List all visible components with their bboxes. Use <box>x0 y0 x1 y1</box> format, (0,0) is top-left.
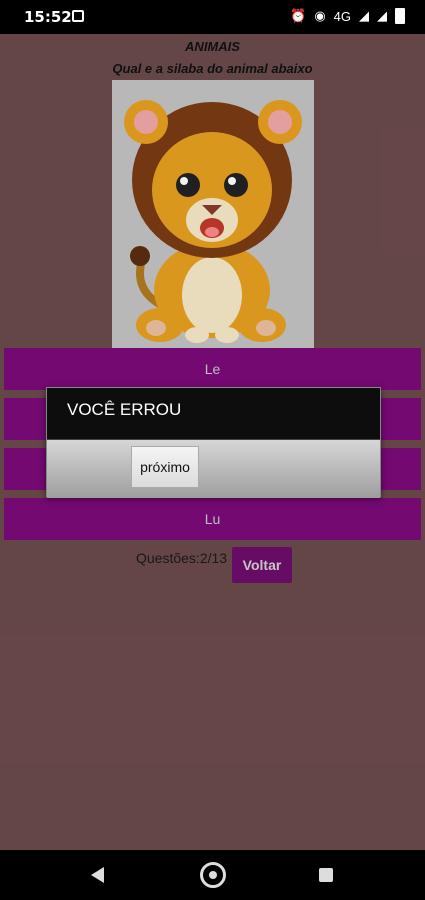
recents-nav-icon[interactable] <box>319 868 333 882</box>
signal-icon: ◢ <box>359 8 369 23</box>
signal2-icon: ◢ <box>377 8 387 23</box>
home-nav-icon[interactable] <box>200 862 226 888</box>
next-button[interactable]: próximo <box>131 446 199 488</box>
battery-icon <box>395 8 405 24</box>
dialog-body: próximo <box>47 440 380 498</box>
result-dialog: VOCÊ ERROU próximo <box>46 387 381 498</box>
notification-icon <box>72 10 84 22</box>
home-dot-icon <box>209 871 217 879</box>
navigation-bar <box>0 850 425 900</box>
dialog-title: VOCÊ ERROU <box>47 388 380 440</box>
status-icons: ⏰ ◉ 4G ◢ ◢ <box>290 8 405 24</box>
back-nav-icon[interactable] <box>91 867 104 883</box>
alarm-icon: ⏰ <box>290 8 307 23</box>
vibrate-icon: ◉ <box>314 8 326 23</box>
status-time: 15:52 <box>24 8 72 26</box>
status-bar: 15:52 ⏰ ◉ 4G ◢ ◢ <box>0 0 425 34</box>
network-label: 4G <box>333 8 351 24</box>
